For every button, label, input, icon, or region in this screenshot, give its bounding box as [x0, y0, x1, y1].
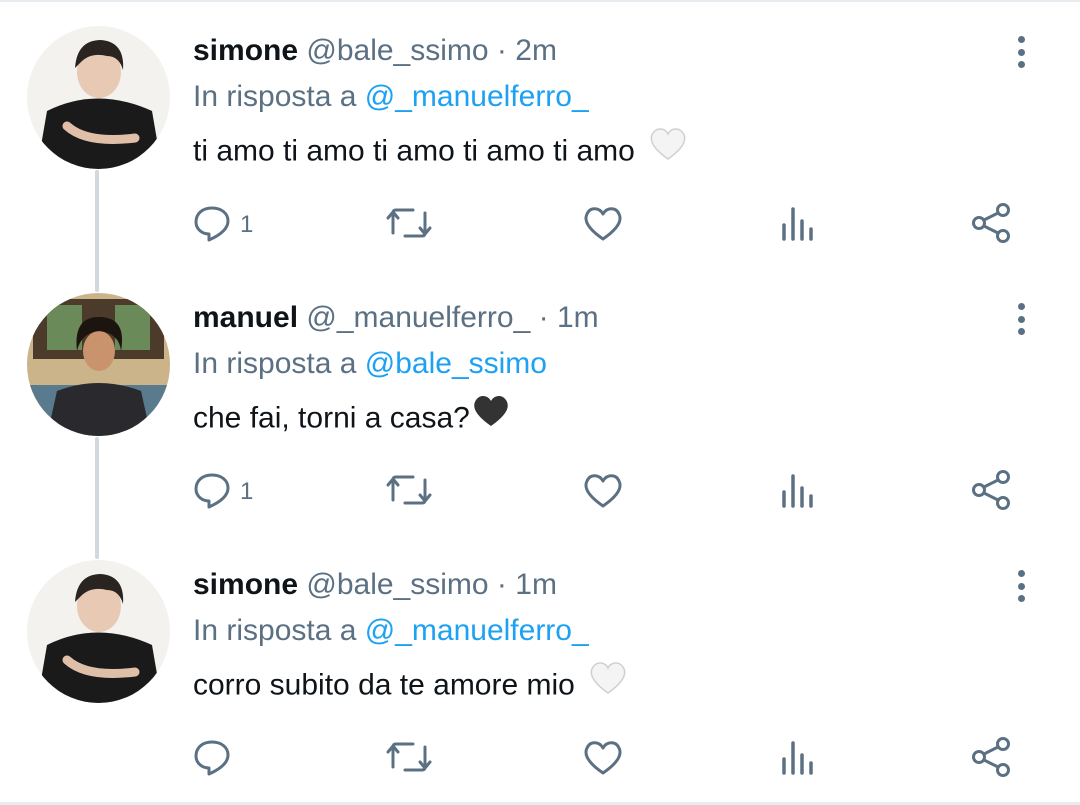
display-name[interactable]: simone — [193, 34, 298, 67]
like-icon — [582, 470, 624, 515]
reply-prefix: In risposta a — [193, 614, 357, 647]
reply-count: 1 — [240, 211, 254, 238]
reply-count: 1 — [240, 478, 254, 505]
tweet-actions — [190, 734, 1030, 784]
tweet-text: corro subito da te amore mio — [193, 661, 627, 709]
share-button[interactable] — [970, 467, 1012, 517]
tweet-header: simone @bale_ssimo · 1m — [193, 566, 557, 604]
reply-mention[interactable]: @_manuelferro_ — [365, 614, 589, 647]
username[interactable]: @bale_ssimo — [306, 34, 488, 67]
reply-button[interactable]: 1 — [192, 467, 253, 517]
username[interactable]: @_manuelferro_ — [306, 301, 530, 334]
more-options-icon[interactable] — [1006, 299, 1036, 339]
stats-button[interactable] — [778, 200, 818, 250]
tweet-text: ti amo ti amo ti amo ti amo ti amo — [193, 127, 687, 175]
black-heart-icon — [472, 394, 510, 439]
avatar[interactable] — [27, 26, 170, 169]
tweet-text-content: che fai, torni a casa? — [193, 401, 470, 435]
reply-context: In risposta a @_manuelferro_ — [193, 78, 589, 116]
timestamp[interactable]: 1m — [557, 301, 599, 334]
reply-context: In risposta a @_manuelferro_ — [193, 612, 589, 650]
tweet[interactable]: simone @bale_ssimo · 2m In risposta a @_… — [0, 0, 1080, 267]
reply-prefix: In risposta a — [193, 347, 357, 380]
like-button[interactable] — [582, 734, 624, 784]
like-icon — [582, 203, 624, 248]
stats-icon — [778, 470, 818, 515]
stats-icon — [778, 203, 818, 248]
white-heart-icon — [589, 661, 627, 706]
tweet-text-content: corro subito da te amore mio — [193, 668, 575, 702]
retweet-button[interactable] — [385, 467, 433, 517]
share-icon — [970, 736, 1012, 783]
tweet[interactable]: simone @bale_ssimo · 1m In risposta a @_… — [0, 534, 1080, 801]
separator: · — [538, 301, 549, 334]
avatar[interactable] — [27, 560, 170, 703]
like-icon — [582, 737, 624, 782]
timestamp[interactable]: 2m — [515, 34, 557, 67]
retweet-button[interactable] — [385, 200, 433, 250]
reply-mention[interactable]: @_manuelferro_ — [365, 80, 589, 113]
stats-icon — [778, 737, 818, 782]
retweet-icon — [385, 737, 433, 782]
tweet-actions: 1 — [190, 200, 1030, 250]
username[interactable]: @bale_ssimo — [306, 568, 488, 601]
tweet-header: simone @bale_ssimo · 2m — [193, 32, 557, 70]
more-options-icon[interactable] — [1006, 566, 1036, 606]
reply-icon — [192, 203, 232, 248]
like-button[interactable] — [582, 200, 624, 250]
separator: · — [496, 568, 507, 601]
retweet-icon — [385, 203, 433, 248]
reply-icon — [192, 470, 232, 515]
tweet-actions: 1 — [190, 467, 1030, 517]
share-icon — [970, 469, 1012, 516]
reply-prefix: In risposta a — [193, 80, 357, 113]
tweet-text-content: ti amo ti amo ti amo ti amo ti amo — [193, 134, 635, 168]
display-name[interactable]: simone — [193, 568, 298, 601]
tweet[interactable]: manuel @_manuelferro_ · 1m In risposta a… — [0, 267, 1080, 534]
reply-button[interactable] — [192, 734, 232, 784]
display-name[interactable]: manuel — [193, 301, 298, 334]
reply-context: In risposta a @bale_ssimo — [193, 345, 547, 383]
tweet-text: che fai, torni a casa? — [193, 394, 510, 442]
more-options-icon[interactable] — [1006, 32, 1036, 72]
stats-button[interactable] — [778, 734, 818, 784]
retweet-icon — [385, 470, 433, 515]
stats-button[interactable] — [778, 467, 818, 517]
separator: · — [496, 34, 507, 67]
tweet-header: manuel @_manuelferro_ · 1m — [193, 299, 599, 337]
share-button[interactable] — [970, 734, 1012, 784]
like-button[interactable] — [582, 467, 624, 517]
reply-icon — [192, 737, 232, 782]
avatar[interactable] — [27, 293, 170, 436]
share-icon — [970, 202, 1012, 249]
reply-button[interactable]: 1 — [192, 200, 253, 250]
share-button[interactable] — [970, 200, 1012, 250]
white-heart-icon — [649, 127, 687, 172]
reply-mention[interactable]: @bale_ssimo — [365, 347, 547, 380]
retweet-button[interactable] — [385, 734, 433, 784]
timestamp[interactable]: 1m — [515, 568, 557, 601]
